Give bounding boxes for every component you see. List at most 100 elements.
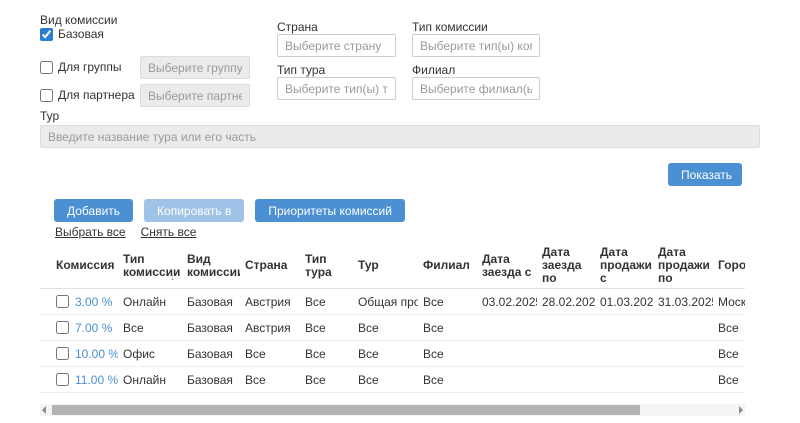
column-header[interactable]: Город в	[713, 243, 745, 289]
table-row: 10.00 %ОфисБазоваяВсеВсеВсеВсеВсе	[40, 341, 745, 367]
cell-branch: Все	[418, 341, 477, 367]
cell-commission-type: Онлайн	[118, 367, 182, 393]
add-button[interactable]: Добавить	[54, 199, 133, 222]
partner-checkbox[interactable]	[40, 89, 53, 102]
table-header-row: Комиссия Тип комиссии↓Вид комиссии Страна Т…	[40, 243, 745, 289]
cell-arrival-to	[537, 315, 595, 341]
commission-link[interactable]: 7.00 %	[75, 321, 112, 335]
cell-sale-to: 31.03.2025	[653, 289, 713, 315]
cell-tour: Все	[353, 367, 418, 393]
column-header-label: Дата продажи по	[658, 245, 710, 285]
table-row: 17.00 %ВсеБазоваяАвстрияАвиаперелет_Avia…	[40, 393, 745, 394]
cell-country: Все	[240, 341, 300, 367]
copy-to-button[interactable]: Копировать в	[144, 199, 244, 222]
column-header-label: Вид комиссии	[187, 252, 240, 279]
cell-commission-kind: Базовая	[182, 367, 240, 393]
commission-link[interactable]: 11.00 %	[75, 373, 118, 387]
commission-link[interactable]: 3.00 %	[75, 295, 112, 309]
cell-commission: 3.00 %	[40, 289, 118, 315]
toolbar: Добавить Копировать в Приоритеты комисси…	[54, 199, 405, 222]
select-all-link[interactable]: Выбрать все	[55, 225, 126, 239]
row-checkbox[interactable]	[56, 373, 69, 386]
column-header[interactable]: Тип тура	[300, 243, 353, 289]
cell-country: Все	[240, 367, 300, 393]
column-header[interactable]: Вид комиссии	[182, 243, 240, 289]
commission-link[interactable]: 10.00 %	[75, 347, 118, 361]
column-header-label: Комиссия	[56, 258, 114, 272]
tour-type-input[interactable]	[277, 77, 396, 100]
column-header-label: Страна	[245, 258, 287, 272]
commission-priorities-button[interactable]: Приоритеты комиссий	[255, 199, 405, 222]
column-header[interactable]: Дата заезда по	[537, 243, 595, 289]
scroll-right-icon[interactable]	[739, 406, 743, 414]
column-header[interactable]: Комиссия	[40, 243, 118, 289]
group-input[interactable]	[140, 56, 250, 79]
cell-commission-type: Все	[118, 393, 182, 394]
sort-desc-icon[interactable]: ↓	[170, 271, 176, 284]
cell-commission-kind: Базовая	[182, 393, 240, 394]
base-commission-checkbox[interactable]	[40, 28, 53, 41]
table-row: 3.00 %ОнлайнБазоваяАвстрияВсеОбщая про..…	[40, 289, 745, 315]
cell-commission-kind: Базовая	[182, 341, 240, 367]
branch-label: Филиал	[412, 63, 455, 77]
column-header[interactable]: Дата продажи с	[595, 243, 653, 289]
cell-tour-type: Все	[300, 315, 353, 341]
country-input[interactable]	[277, 34, 396, 57]
column-header[interactable]: Филиал	[418, 243, 477, 289]
cell-departure-city: Все	[713, 393, 745, 394]
cell-tour: Все	[353, 315, 418, 341]
cell-sale-to	[653, 393, 713, 394]
cell-country: Австрия	[240, 393, 300, 394]
cell-commission: 11.00 %	[40, 367, 118, 393]
group-checkbox-label: Для группы	[58, 60, 122, 74]
cell-commission: 7.00 %	[40, 315, 118, 341]
cell-arrival-to	[537, 341, 595, 367]
column-header-label: Филиал	[423, 258, 470, 272]
cell-commission-kind: Базовая	[182, 315, 240, 341]
column-header-label: Дата продажи с	[600, 245, 652, 285]
cell-commission-type: Все	[118, 315, 182, 341]
cell-arrival-from	[477, 315, 537, 341]
commissions-page: Вид комиссии Базовая Для группы Для парт…	[0, 0, 800, 423]
cell-tour-type: Все	[300, 367, 353, 393]
cell-sale-from	[595, 367, 653, 393]
scroll-left-icon[interactable]	[42, 406, 46, 414]
tour-input[interactable]	[40, 125, 760, 148]
cell-commission-type: Онлайн	[118, 289, 182, 315]
cell-branch: Все	[418, 367, 477, 393]
deselect-all-link[interactable]: Снять все	[141, 225, 197, 239]
column-header[interactable]: Тип комиссии↓	[118, 243, 182, 289]
group-checkbox[interactable]	[40, 61, 53, 74]
commissions-table-wrap: Комиссия Тип комиссии↓Вид комиссии Страна Т…	[40, 243, 745, 393]
column-header-label: Город в	[718, 258, 745, 272]
row-checkbox[interactable]	[56, 295, 69, 308]
group-checkbox-row[interactable]: Для группы	[40, 60, 122, 74]
show-button[interactable]: Показать	[668, 163, 742, 186]
cell-departure-city: Все	[713, 315, 745, 341]
cell-arrival-from	[477, 367, 537, 393]
row-checkbox[interactable]	[56, 347, 69, 360]
cell-commission-type: Офис	[118, 341, 182, 367]
column-header[interactable]: Страна	[240, 243, 300, 289]
cell-departure-city: Москва	[713, 289, 745, 315]
cell-departure-city: Все	[713, 341, 745, 367]
cell-commission: 17.00 %	[40, 393, 118, 394]
cell-arrival-to: 01.01.2028	[537, 393, 595, 394]
column-header[interactable]: Дата продажи по	[653, 243, 713, 289]
base-commission-checkbox-row[interactable]: Базовая	[40, 27, 104, 41]
cell-arrival-from	[477, 341, 537, 367]
scrollbar-thumb[interactable]	[52, 405, 640, 415]
cell-branch: Все	[418, 315, 477, 341]
column-header[interactable]: Дата заезда с	[477, 243, 537, 289]
column-header[interactable]: Тур	[353, 243, 418, 289]
column-header-label: Тур	[358, 258, 379, 272]
horizontal-scrollbar[interactable]	[40, 404, 745, 416]
commission-type-input[interactable]	[412, 34, 540, 57]
cell-tour: _Aviabooki...+ 14 тур(ов)	[353, 393, 418, 394]
partner-checkbox-row[interactable]: Для партнера	[40, 88, 135, 102]
branch-input[interactable]	[412, 77, 540, 100]
cell-commission-kind: Базовая	[182, 289, 240, 315]
tour-label: Тур	[40, 109, 59, 123]
partner-input[interactable]	[140, 84, 250, 107]
row-checkbox[interactable]	[56, 321, 69, 334]
